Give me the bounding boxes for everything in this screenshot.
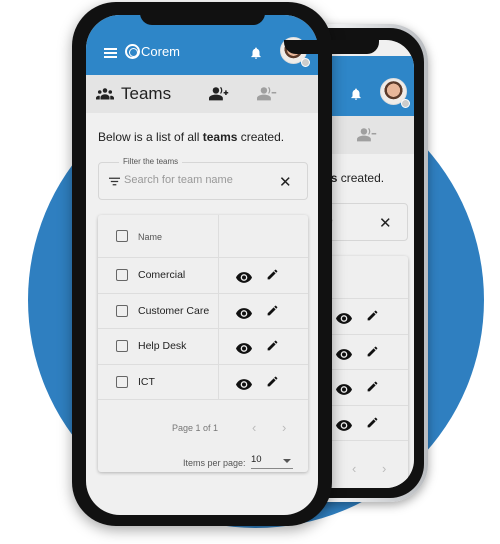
team-name: Comercial: [138, 269, 186, 281]
table-row[interactable]: Customer Care: [98, 293, 308, 329]
prev-page-button[interactable]: ‹: [252, 420, 256, 435]
clear-icon[interactable]: ✕: [379, 214, 392, 232]
row-checkbox[interactable]: [116, 375, 128, 388]
add-user-icon[interactable]: [209, 86, 229, 101]
view-icon[interactable]: [336, 311, 352, 329]
next-page-button[interactable]: ›: [282, 420, 286, 435]
table-row[interactable]: ICT: [98, 364, 308, 400]
teams-table: Name ComercialCustomer CareHelp DeskICT …: [98, 215, 308, 472]
select-all-checkbox[interactable]: [116, 230, 128, 242]
view-icon[interactable]: [236, 306, 252, 324]
row-checkbox[interactable]: [116, 340, 128, 352]
items-per-page-label: Items per page:: [183, 458, 246, 468]
notch: [140, 15, 265, 25]
view-icon[interactable]: [236, 341, 252, 359]
table-header-row: Name: [98, 215, 308, 258]
intro-prefix: Below is a list of all: [98, 130, 203, 144]
logo-text: Corem: [141, 44, 181, 59]
bell-icon[interactable]: [249, 45, 263, 61]
bell-icon[interactable]: [349, 86, 363, 102]
clear-icon[interactable]: ✕: [279, 173, 292, 191]
edit-icon[interactable]: [266, 304, 279, 322]
notch: [284, 40, 379, 54]
dropdown-arrow-icon: [283, 459, 291, 463]
view-icon[interactable]: [336, 382, 352, 400]
team-name: ICT: [138, 375, 155, 388]
hamburger-icon[interactable]: [104, 48, 117, 58]
table-row[interactable]: Help Desk: [98, 329, 308, 365]
status-indicator: [301, 58, 310, 67]
front-phone-mockup: Corem Teams Below is a list of all teams…: [72, 2, 332, 526]
view-icon[interactable]: [236, 377, 252, 395]
intro-bold: teams: [202, 130, 238, 144]
filter-icon: [109, 177, 120, 186]
intro-suffix: created.: [237, 130, 285, 144]
filter-field[interactable]: Filter the teams ✕: [98, 157, 308, 200]
edit-icon[interactable]: [366, 345, 379, 363]
intro-suffix: created.: [337, 171, 385, 185]
next-page-button[interactable]: ›: [382, 461, 386, 476]
remove-user-icon[interactable]: [257, 86, 277, 101]
page-info: Page 1 of 1: [172, 423, 219, 433]
edit-icon[interactable]: [266, 339, 279, 357]
edit-icon[interactable]: [366, 309, 379, 327]
intro-text: Below is a list of all teams created.: [98, 130, 284, 144]
table-row[interactable]: Comercial: [98, 258, 308, 294]
team-name: Help Desk: [138, 340, 187, 352]
front-phone-screen: Corem Teams Below is a list of all teams…: [86, 15, 318, 515]
row-checkbox[interactable]: [116, 304, 128, 317]
team-name: Customer Care: [138, 304, 210, 317]
logo-mark-icon: [125, 44, 140, 59]
filter-label: Filter the teams: [119, 157, 183, 166]
column-header-name[interactable]: Name: [138, 232, 162, 242]
edit-icon[interactable]: [266, 268, 279, 286]
teams-toolbar: Teams: [86, 75, 318, 113]
items-per-page-select[interactable]: 10: [251, 454, 293, 469]
view-icon[interactable]: [236, 270, 252, 288]
row-checkbox[interactable]: [116, 269, 128, 281]
search-input[interactable]: [124, 174, 279, 186]
group-icon: [96, 88, 114, 100]
logo[interactable]: Corem: [125, 44, 180, 59]
prev-page-button[interactable]: ‹: [352, 461, 356, 476]
edit-icon[interactable]: [366, 416, 379, 434]
remove-user-icon[interactable]: [357, 127, 377, 142]
edit-icon[interactable]: [266, 375, 279, 393]
edit-icon[interactable]: [366, 380, 379, 398]
view-icon[interactable]: [336, 347, 352, 365]
view-icon[interactable]: [336, 418, 352, 436]
page-title: Teams: [121, 84, 172, 103]
status-indicator: [401, 99, 410, 108]
items-per-page-value: 10: [251, 454, 262, 465]
